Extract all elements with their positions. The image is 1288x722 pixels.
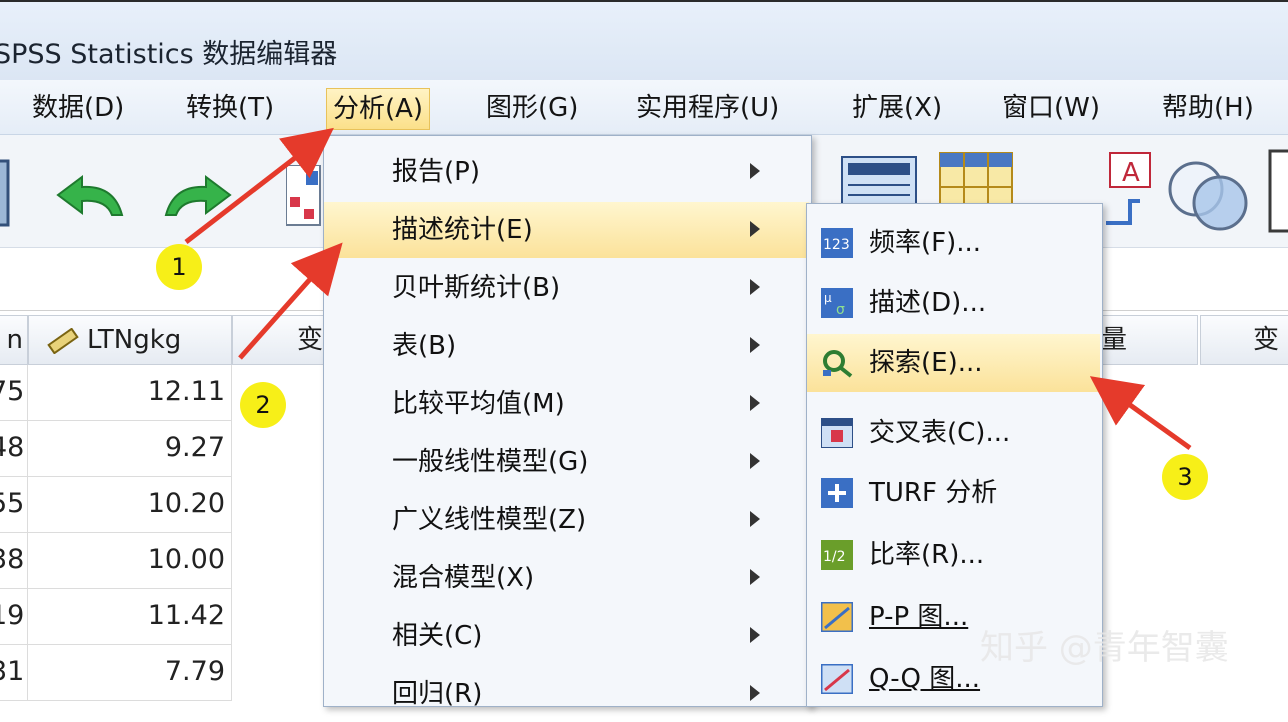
ratio-icon: 1/2 [821, 540, 853, 570]
submenu-arrow-icon [750, 279, 760, 295]
column-header-ltngkg[interactable]: LTNgkg [28, 315, 232, 365]
turf-icon [821, 478, 853, 508]
menu-item-descriptive-statistics[interactable]: 描述统计(E) [324, 202, 809, 258]
menu-item-compare-means[interactable]: 比较平均值(M) [324, 376, 809, 432]
menu-bar: 数据(D) 转换(T) 分析(A) 图形(G) 实用程序(U) 扩展(X) 窗口… [0, 80, 1288, 135]
menu-item-general-linear-model[interactable]: 一般线性模型(G) [324, 434, 809, 490]
submenu-arrow-icon [750, 453, 760, 469]
descriptives-icon: μσ [821, 288, 853, 318]
menu-analyze[interactable]: 分析(A) [326, 88, 431, 130]
submenu-arrow-icon [750, 395, 760, 411]
value-labels-icon[interactable]: A [1100, 151, 1154, 231]
menu-utilities[interactable]: 实用程序(U) [630, 88, 785, 128]
submenu-arrow-icon [750, 627, 760, 643]
toolbar-box-icon[interactable] [1268, 149, 1288, 233]
column-header-var[interactable]: 变 [232, 315, 332, 365]
grid-cell[interactable]: 38 [0, 533, 28, 589]
menu-item-turf[interactable]: TURF 分析 [807, 464, 1100, 522]
menu-item-ratio[interactable]: 1/2 比率(R)... [807, 526, 1100, 584]
grid-cell[interactable]: 75 [0, 365, 28, 421]
menu-window[interactable]: 窗口(W) [996, 88, 1106, 128]
goto-case-icon[interactable] [286, 165, 322, 227]
venn-sets-icon[interactable] [1166, 153, 1252, 233]
step-badge-1: 1 [156, 244, 202, 290]
qq-plot-icon [821, 664, 853, 694]
step-badge-3: 3 [1162, 454, 1208, 500]
menu-item-regression[interactable]: 回归(R) [324, 666, 809, 722]
grid-cell[interactable]: 10.00 [28, 533, 232, 589]
grid-cell[interactable]: 55 [0, 477, 28, 533]
menu-transform[interactable]: 转换(T) [180, 88, 280, 128]
submenu-arrow-icon [750, 569, 760, 585]
submenu-arrow-icon [750, 511, 760, 527]
grid-cell[interactable]: 9.27 [28, 421, 232, 477]
menu-data[interactable]: 数据(D) [26, 88, 130, 128]
scale-ruler-icon [47, 328, 79, 354]
redo-icon[interactable] [160, 171, 236, 223]
menu-item-frequencies[interactable]: 123 频率(F)... [807, 214, 1100, 272]
svg-text:A: A [1122, 158, 1140, 188]
step-badge-2: 2 [240, 382, 286, 428]
svg-text:μ: μ [824, 291, 832, 305]
menu-graphs[interactable]: 图形(G) [480, 88, 584, 128]
grid-cell[interactable]: 12.11 [28, 365, 232, 421]
menu-item-bayesian[interactable]: 贝叶斯统计(B) [324, 260, 809, 316]
watermark: 知乎 @青年智囊 [980, 628, 1229, 668]
column-header-label: LTNgkg [87, 325, 182, 355]
save-icon[interactable] [0, 159, 12, 229]
menu-item-crosstabs[interactable]: 交叉表(C)... [807, 404, 1100, 462]
menu-item-explore[interactable]: 探索(E)... [807, 334, 1100, 392]
submenu-arrow-icon [750, 221, 760, 237]
menu-item-descriptives[interactable]: μσ 描述(D)... [807, 274, 1100, 332]
menu-help[interactable]: 帮助(H) [1156, 88, 1260, 128]
submenu-arrow-icon [750, 163, 760, 179]
svg-text:123: 123 [823, 237, 850, 253]
crosstabs-icon [821, 418, 853, 448]
pp-plot-icon [821, 602, 853, 632]
window-title: SPSS Statistics 数据编辑器 [0, 39, 338, 70]
svg-text:1/2: 1/2 [823, 549, 846, 565]
undo-icon[interactable] [52, 171, 128, 223]
analyze-menu: 报告(P) 描述统计(E) 贝叶斯统计(B) 表(B) 比较平均值(M) 一般线… [323, 135, 812, 709]
menu-item-generalized-linear-model[interactable]: 广义线性模型(Z) [324, 492, 809, 548]
grid-cell[interactable]: 19 [0, 589, 28, 645]
menu-extensions[interactable]: 扩展(X) [846, 88, 948, 128]
grid-cell[interactable]: 11.42 [28, 589, 232, 645]
grid-cell[interactable]: 7.79 [28, 645, 232, 701]
grid-cell[interactable]: 31 [0, 645, 28, 701]
submenu-arrow-icon [750, 685, 760, 701]
grid-cell[interactable]: 48 [0, 421, 28, 477]
column-header-var-3[interactable]: 变 [1200, 315, 1288, 365]
column-header-n[interactable]: n [0, 315, 28, 365]
frequency-icon: 123 [821, 228, 853, 258]
title-bar: SPSS Statistics 数据编辑器 [0, 0, 1288, 82]
grid-cell[interactable]: 10.20 [28, 477, 232, 533]
submenu-arrow-icon [750, 337, 760, 353]
menu-item-tables[interactable]: 表(B) [324, 318, 809, 374]
menu-item-mixed-models[interactable]: 混合模型(X) [324, 550, 809, 606]
menu-item-correlate[interactable]: 相关(C) [324, 608, 809, 664]
column-header-var-2[interactable]: 量 [1098, 315, 1198, 365]
explore-icon [823, 350, 853, 378]
menu-item-reports[interactable]: 报告(P) [324, 144, 809, 200]
svg-text:σ: σ [836, 302, 845, 318]
